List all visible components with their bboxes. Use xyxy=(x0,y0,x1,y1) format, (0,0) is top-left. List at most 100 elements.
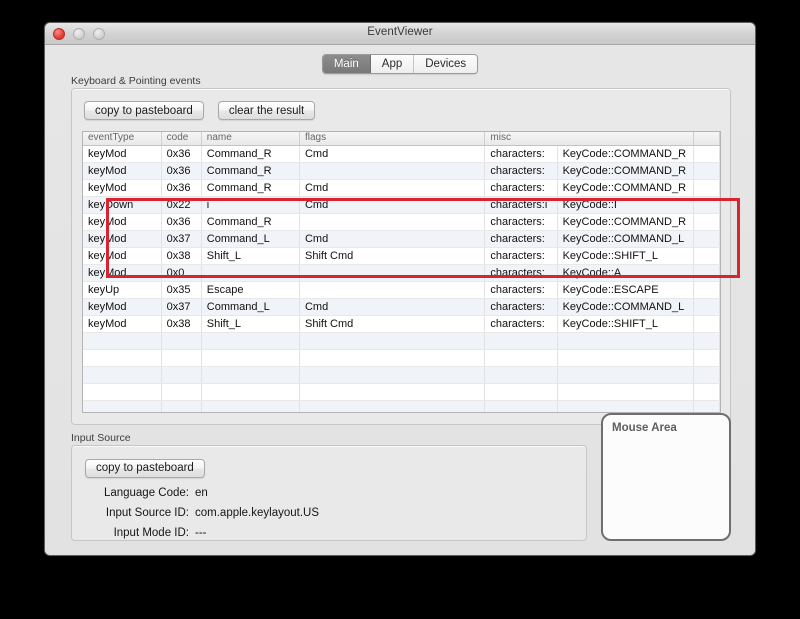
cell-misc xyxy=(484,400,558,412)
cell-code xyxy=(161,366,202,384)
cell-misc: characters: xyxy=(484,145,558,163)
cell-misc xyxy=(484,349,558,367)
input-source-group-label: Input Source xyxy=(71,432,131,444)
table-row-empty[interactable] xyxy=(83,332,720,350)
input-source-id-value: com.apple.keylayout.US xyxy=(195,507,320,519)
cell-keycode: KeyCode::COMMAND_R xyxy=(557,145,694,163)
copy-to-pasteboard-button[interactable]: copy to pasteboard xyxy=(84,101,204,120)
cell-keycode xyxy=(557,366,694,384)
cell-misc xyxy=(484,383,558,401)
column-header-eventtype[interactable]: eventType xyxy=(83,132,162,146)
cell-eventtype: keyMod xyxy=(83,298,162,316)
cell-keycode: KeyCode::COMMAND_L xyxy=(557,298,694,316)
table-row[interactable]: keyMod 0x36 Command_R Cmd characters: KeyCode… xyxy=(83,145,720,163)
cell-keycode xyxy=(557,332,694,350)
cell-flags xyxy=(299,383,486,401)
mouse-area-panel[interactable]: Mouse Area xyxy=(601,413,731,541)
cell-misc: characters:i xyxy=(484,196,558,214)
tab-main[interactable]: Main xyxy=(322,55,371,73)
cell-keycode xyxy=(557,349,694,367)
cell-flags: Cmd xyxy=(299,145,486,163)
table-row-empty[interactable] xyxy=(83,366,720,384)
keyboard-group-toolbar: copy to pasteboard clear the result xyxy=(84,101,316,120)
table-row[interactable]: keyMod 0x0 characters: KeyCode::A xyxy=(83,264,720,282)
cell-keycode: KeyCode::COMMAND_R xyxy=(557,179,694,197)
cell-code xyxy=(161,383,202,401)
cell-code: 0x35 xyxy=(161,281,202,299)
cell-eventtype: keyMod xyxy=(83,230,162,248)
keyboard-events-group: copy to pasteboard clear the result even… xyxy=(71,88,740,425)
cell-code: 0x36 xyxy=(161,162,202,180)
cell-eventtype: keyMod xyxy=(83,179,162,197)
cell-misc: characters: xyxy=(484,213,558,231)
table-row-empty[interactable] xyxy=(83,400,720,412)
events-table: eventType code name flags misc keyMod 0x3… xyxy=(83,132,720,412)
column-header-flags[interactable]: flags xyxy=(299,132,486,146)
table-row[interactable]: keyUp 0x35 Escape characters: KeyCode::ESCAP… xyxy=(83,281,720,299)
cell-misc xyxy=(484,366,558,384)
cell-eventtype xyxy=(83,400,162,412)
cell-name: Command_L xyxy=(201,298,300,316)
cell-misc: characters: xyxy=(484,247,558,265)
table-row-empty[interactable] xyxy=(83,349,720,367)
tab-group: Main App Devices xyxy=(321,54,479,74)
tab-app[interactable]: App xyxy=(370,55,415,73)
column-header-misc[interactable]: misc xyxy=(484,132,694,146)
cell-misc: characters: xyxy=(484,179,558,197)
cell-code: 0x37 xyxy=(161,298,202,316)
clear-the-result-button[interactable]: clear the result xyxy=(217,101,316,120)
cell-keycode: KeyCode::COMMAND_R xyxy=(557,162,694,180)
input-source-toolbar: copy to pasteboard xyxy=(85,458,205,478)
window-body: Main App Devices Keyboard & Pointing eve… xyxy=(45,45,755,555)
table-row[interactable]: keyMod 0x38 Shift_L Shift Cmd characters: Key… xyxy=(83,315,720,333)
cell-extra xyxy=(693,383,720,401)
table-row-empty[interactable] xyxy=(83,383,720,401)
cell-name: Command_L xyxy=(201,230,300,248)
cell-code xyxy=(161,349,202,367)
cell-keycode: KeyCode::SHIFT_L xyxy=(557,315,694,333)
cell-misc xyxy=(484,332,558,350)
cell-extra xyxy=(693,145,720,163)
input-source-group: copy to pasteboard Language Code: en Inpu… xyxy=(71,445,587,541)
table-row[interactable]: keyMod 0x38 Shift_L Shift Cmd characters: Key… xyxy=(83,247,720,265)
cell-keycode: KeyCode::ESCAPE xyxy=(557,281,694,299)
input-source-id-label: Input Source ID: xyxy=(105,507,189,519)
cell-eventtype: keyMod xyxy=(83,315,162,333)
cell-eventtype: keyDown xyxy=(83,196,162,214)
window-titlebar[interactable]: EventViewer xyxy=(45,23,755,45)
cell-flags xyxy=(299,349,486,367)
cell-code: 0x37 xyxy=(161,230,202,248)
events-table-body: keyMod 0x36 Command_R Cmd characters: KeyCode… xyxy=(83,145,720,412)
table-row[interactable]: keyMod 0x36 Command_R characters: KeyCode::C… xyxy=(83,213,720,231)
table-row[interactable]: keyMod 0x36 Command_R Cmd characters: KeyCode… xyxy=(83,179,720,197)
table-row[interactable]: keyMod 0x36 Command_R characters: KeyCode::C… xyxy=(83,162,720,180)
input-source-copy-to-pasteboard-button[interactable]: copy to pasteboard xyxy=(85,458,205,478)
cell-extra xyxy=(693,332,720,350)
cell-flags xyxy=(299,366,486,384)
language-code-row: Language Code: en xyxy=(85,487,208,499)
mouse-area-label: Mouse Area xyxy=(612,422,677,434)
cell-eventtype: keyMod xyxy=(83,145,162,163)
cell-name xyxy=(201,349,300,367)
cell-extra xyxy=(693,213,720,231)
table-row[interactable]: keyMod 0x37 Command_L Cmd characters: KeyCode… xyxy=(83,230,720,248)
cell-name xyxy=(201,332,300,350)
cell-name: Command_R xyxy=(201,145,300,163)
cell-eventtype xyxy=(83,349,162,367)
cell-name: Command_R xyxy=(201,213,300,231)
cell-flags: Cmd xyxy=(299,179,486,197)
column-header-name[interactable]: name xyxy=(201,132,300,146)
input-mode-id-value: --- xyxy=(195,527,207,539)
tab-devices[interactable]: Devices xyxy=(414,55,478,73)
cell-flags xyxy=(299,162,486,180)
table-row[interactable]: keyMod 0x37 Command_L Cmd characters: KeyCode… xyxy=(83,298,720,316)
cell-keycode: KeyCode::COMMAND_L xyxy=(557,230,694,248)
cell-keycode: KeyCode::COMMAND_R xyxy=(557,213,694,231)
cell-eventtype: keyMod xyxy=(83,264,162,282)
table-row[interactable]: keyDown 0x22 i Cmd characters:i KeyCode::I xyxy=(83,196,720,214)
cell-extra xyxy=(693,400,720,412)
column-header-extra[interactable] xyxy=(693,132,720,146)
column-header-code[interactable]: code xyxy=(161,132,202,146)
cell-code: 0x38 xyxy=(161,315,202,333)
events-table-container[interactable]: eventType code name flags misc keyMod 0x3… xyxy=(82,131,721,413)
